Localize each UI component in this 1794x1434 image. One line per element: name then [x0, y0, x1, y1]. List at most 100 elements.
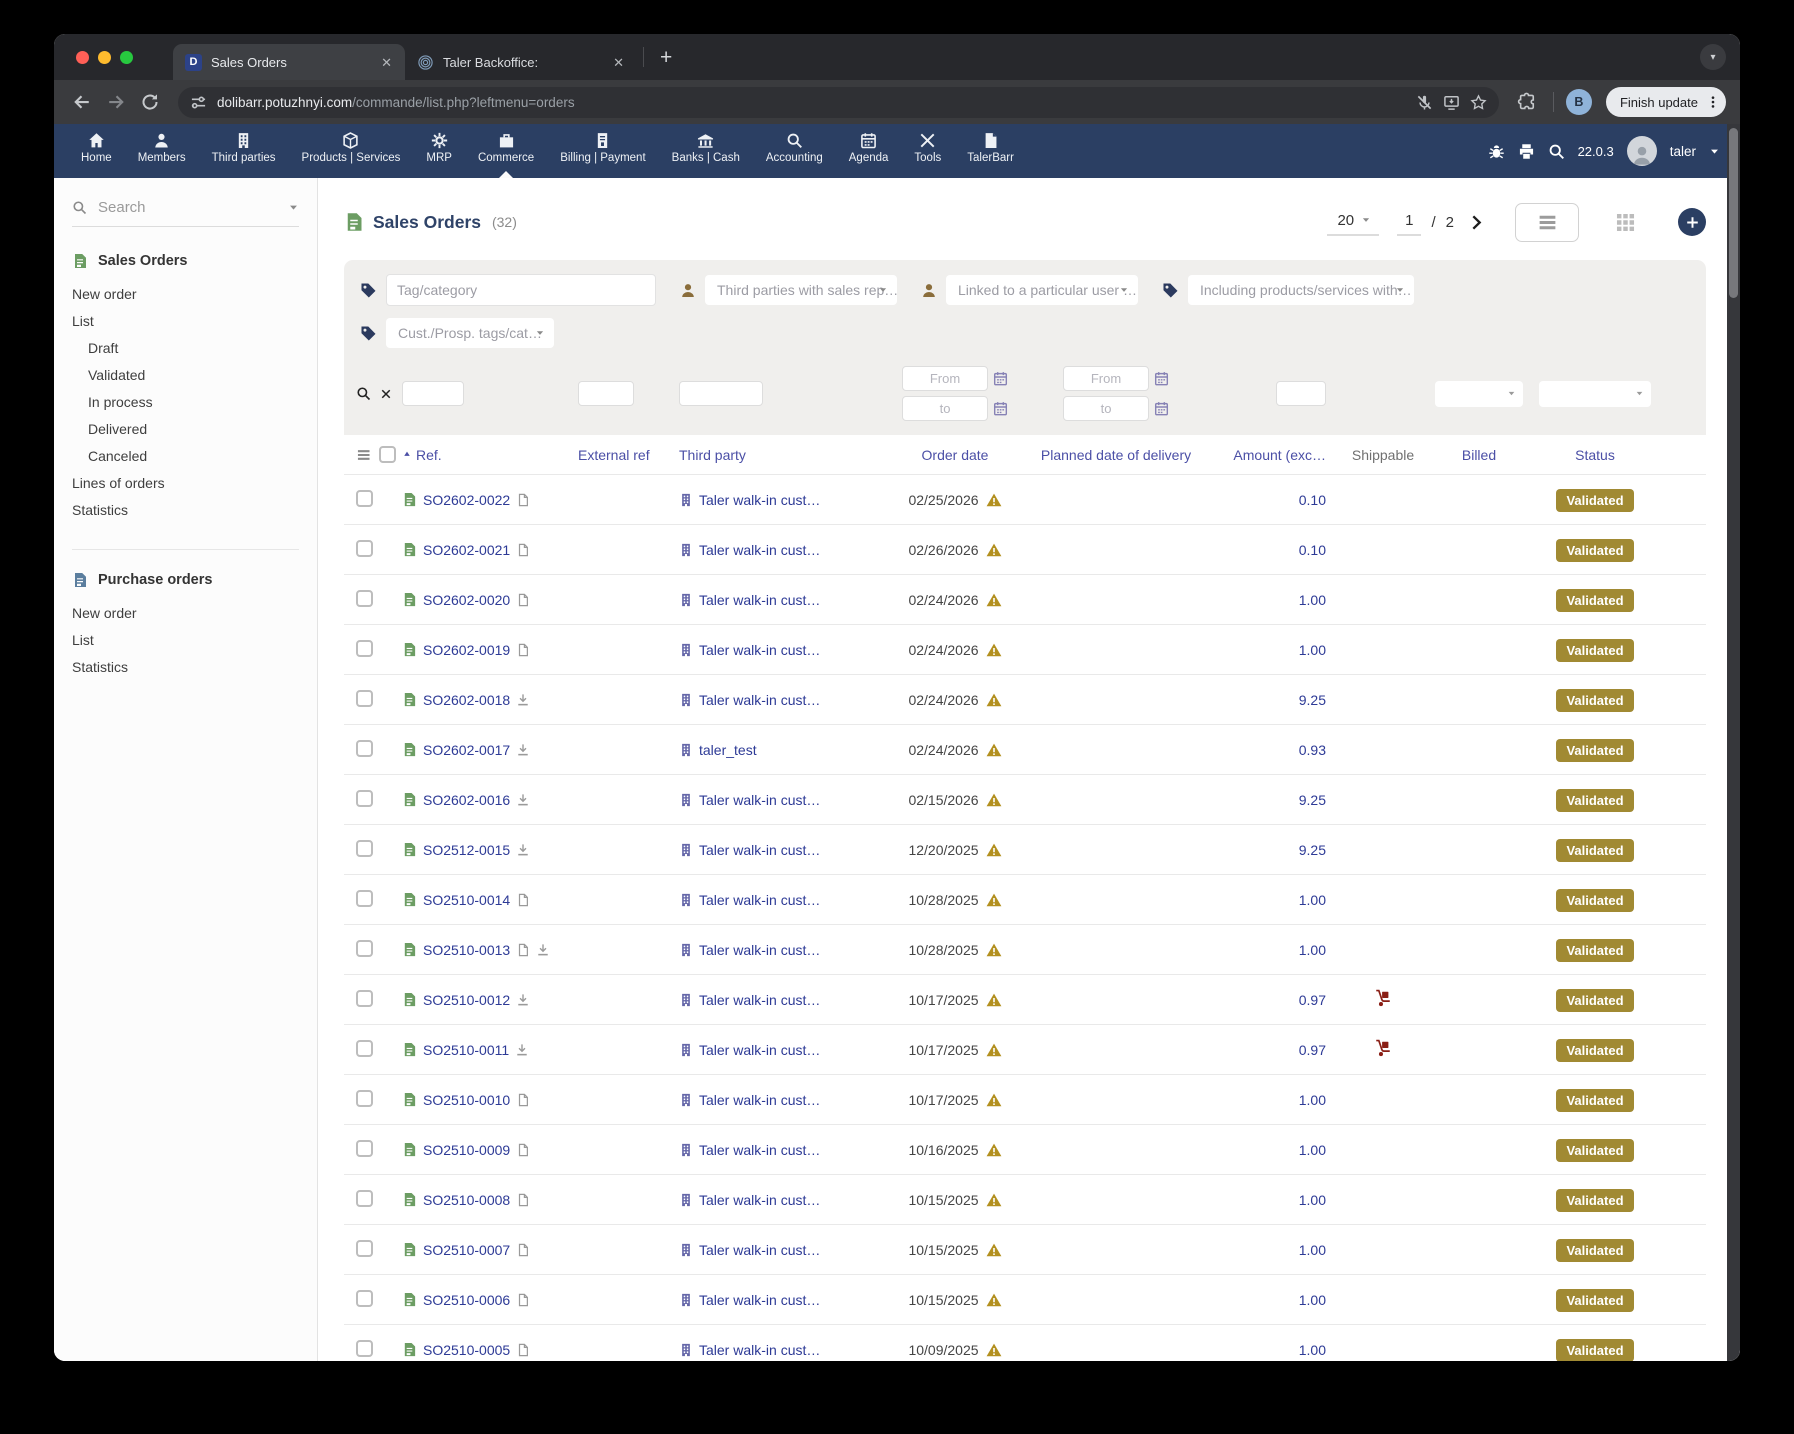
amount-link[interactable]: 1.00 — [1299, 642, 1326, 658]
row-checkbox[interactable] — [356, 890, 373, 907]
menu-item-talerbarr[interactable]: TalerBarr — [954, 124, 1027, 178]
next-page-icon[interactable] — [1468, 214, 1485, 231]
menu-item-tools[interactable]: Tools — [901, 124, 954, 178]
new-tab-button[interactable]: + — [650, 47, 682, 68]
menu-item-members[interactable]: Members — [125, 124, 199, 178]
third-party-link[interactable]: Taler walk-in cust… — [699, 992, 820, 1008]
third-party-link[interactable]: Taler walk-in cust… — [699, 1242, 820, 1258]
sidebar-item-delivered[interactable]: Delivered — [72, 415, 299, 442]
reload-icon[interactable] — [136, 88, 164, 116]
sidebar-section-title[interactable]: Purchase orders — [72, 572, 299, 588]
sidebar-item-list[interactable]: List — [72, 307, 299, 334]
third-party-link[interactable]: Taler walk-in cust… — [699, 1142, 820, 1158]
menu-item-commerce[interactable]: Commerce — [465, 124, 547, 178]
finish-update-button[interactable]: Finish update — [1606, 87, 1726, 117]
amount-link[interactable]: 9.25 — [1299, 792, 1326, 808]
row-checkbox[interactable] — [356, 740, 373, 757]
bookmark-star-icon[interactable] — [1470, 94, 1487, 111]
search-billed-select[interactable] — [1435, 381, 1523, 407]
menu-item-products-services[interactable]: Products | Services — [289, 124, 414, 178]
third-party-link[interactable]: Taler walk-in cust… — [699, 542, 820, 558]
tab-close-icon[interactable]: ✕ — [610, 54, 627, 71]
close-window-button[interactable] — [76, 51, 89, 64]
tab-taler-backoffice[interactable]: Taler Backoffice: ✕ — [405, 44, 637, 80]
sidebar-item-statistics[interactable]: Statistics — [72, 496, 299, 523]
search-amount-input[interactable] — [1276, 381, 1326, 406]
scrollbar-thumb[interactable] — [1729, 128, 1738, 298]
order-ref-link[interactable]: SO2512-0015 — [423, 842, 510, 858]
sidebar-item-canceled[interactable]: Canceled — [72, 442, 299, 469]
sidebar-item-list[interactable]: List — [72, 626, 299, 653]
order-ref-link[interactable]: SO2602-0017 — [423, 742, 510, 758]
tab-close-icon[interactable]: ✕ — [378, 54, 395, 71]
mic-off-icon[interactable] — [1416, 94, 1433, 111]
order-ref-link[interactable]: SO2602-0022 — [423, 492, 510, 508]
sidebar-item-draft[interactable]: Draft — [72, 334, 299, 361]
kebab-menu-icon[interactable] — [1706, 95, 1720, 109]
amount-link[interactable]: 1.00 — [1299, 892, 1326, 908]
back-icon[interactable] — [68, 88, 96, 116]
column-header-amount[interactable]: Amount (exc… — [1233, 447, 1332, 463]
third-party-link[interactable]: Taler walk-in cust… — [699, 1092, 820, 1108]
user-name[interactable]: taler — [1670, 144, 1696, 159]
amount-link[interactable]: 0.97 — [1299, 992, 1326, 1008]
user-menu-chevron-down-icon[interactable] — [1709, 146, 1720, 157]
forward-icon[interactable] — [102, 88, 130, 116]
amount-link[interactable]: 1.00 — [1299, 942, 1326, 958]
third-party-link[interactable]: Taler walk-in cust… — [699, 1042, 820, 1058]
third-party-link[interactable]: Taler walk-in cust… — [699, 692, 820, 708]
row-checkbox[interactable] — [356, 1140, 373, 1157]
row-checkbox[interactable] — [356, 1090, 373, 1107]
sidebar-item-new-order[interactable]: New order — [72, 280, 299, 307]
column-header-order-date[interactable]: Order date — [922, 447, 989, 463]
row-checkbox[interactable] — [356, 690, 373, 707]
search-input[interactable] — [96, 198, 279, 217]
run-search-icon[interactable] — [356, 386, 371, 401]
delivery-date-from-input[interactable] — [1063, 366, 1149, 391]
menu-item-third-parties[interactable]: Third parties — [199, 124, 289, 178]
search-external-ref-input[interactable] — [578, 381, 634, 406]
row-checkbox[interactable] — [356, 1040, 373, 1057]
sidebar-item-lines-of-orders[interactable]: Lines of orders — [72, 469, 299, 496]
calendar-icon[interactable] — [1154, 371, 1169, 386]
search-caret-icon[interactable] — [288, 202, 299, 213]
amount-link[interactable]: 9.25 — [1299, 842, 1326, 858]
search-status-select[interactable] — [1539, 381, 1651, 407]
list-view-button[interactable] — [1515, 203, 1579, 242]
order-ref-link[interactable]: SO2602-0019 — [423, 642, 510, 658]
column-header-billed[interactable]: Billed — [1462, 447, 1496, 463]
row-checkbox[interactable] — [356, 1340, 373, 1357]
row-checkbox[interactable] — [356, 1240, 373, 1257]
row-checkbox[interactable] — [356, 1190, 373, 1207]
amount-link[interactable]: 0.97 — [1299, 1042, 1326, 1058]
sidebar-search[interactable] — [72, 198, 299, 227]
order-ref-link[interactable]: SO2510-0014 — [423, 892, 510, 908]
help-icon[interactable] — [1548, 143, 1565, 160]
including-products-select[interactable]: Including products/services with… — [1188, 275, 1414, 305]
order-ref-link[interactable]: SO2510-0007 — [423, 1242, 510, 1258]
column-header-third-party[interactable]: Third party — [679, 447, 884, 463]
sidebar-item-in-process[interactable]: In process — [72, 388, 299, 415]
amount-link[interactable]: 1.00 — [1299, 592, 1326, 608]
menu-item-agenda[interactable]: Agenda — [836, 124, 902, 178]
third-party-link[interactable]: Taler walk-in cust… — [699, 642, 820, 658]
scrollbar[interactable] — [1727, 124, 1740, 1361]
order-ref-link[interactable]: SO2510-0006 — [423, 1292, 510, 1308]
row-checkbox[interactable] — [356, 840, 373, 857]
amount-link[interactable]: 1.00 — [1299, 1242, 1326, 1258]
address-bar[interactable]: dolibarr.potuzhnyi.com/commande/list.php… — [178, 87, 1499, 118]
order-ref-link[interactable]: SO2602-0016 — [423, 792, 510, 808]
order-ref-link[interactable]: SO2602-0018 — [423, 692, 510, 708]
row-checkbox[interactable] — [356, 490, 373, 507]
row-checkbox[interactable] — [356, 990, 373, 1007]
amount-link[interactable]: 1.00 — [1299, 1292, 1326, 1308]
delivery-date-to-input[interactable] — [1063, 396, 1149, 421]
third-party-link[interactable]: Taler walk-in cust… — [699, 1342, 820, 1358]
grid-view-icon[interactable] — [1615, 212, 1636, 233]
extensions-puzzle-icon[interactable] — [1513, 88, 1541, 116]
menu-item-banks-cash[interactable]: Banks | Cash — [659, 124, 753, 178]
amount-link[interactable]: 9.25 — [1299, 692, 1326, 708]
third-party-link[interactable]: Taler walk-in cust… — [699, 1292, 820, 1308]
order-ref-link[interactable]: SO2510-0008 — [423, 1192, 510, 1208]
menu-item-accounting[interactable]: Accounting — [753, 124, 836, 178]
